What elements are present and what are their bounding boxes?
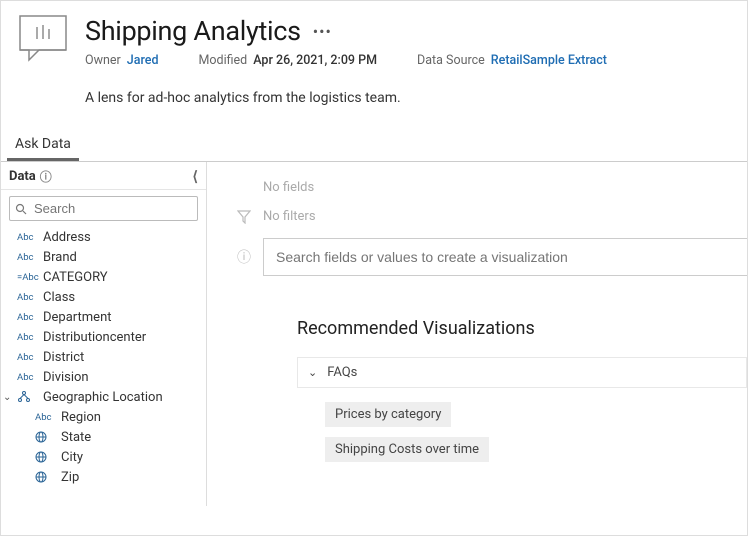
recommended-title: Recommended Visualizations (297, 318, 747, 339)
field-label: Brand (43, 250, 77, 265)
field-label: Zip (61, 470, 79, 485)
abc-icon: =Abc (17, 272, 35, 283)
field-label: Department (43, 310, 112, 325)
faq-label: FAQs (327, 365, 357, 380)
abc-icon: Abc (17, 312, 35, 323)
abc-icon: Abc (17, 372, 35, 383)
field-item[interactable]: =Abc CATEGORY (1, 267, 206, 287)
main-panel: No fields No filters ⓘ Recommended Visua… (207, 162, 747, 506)
globe-icon (35, 431, 53, 443)
page-title: Shipping Analytics (85, 15, 301, 47)
field-label: District (43, 350, 84, 365)
field-label: City (61, 450, 83, 465)
field-item[interactable]: Abc District (1, 347, 206, 367)
field-item[interactable]: State (1, 427, 206, 447)
owner-label: Owner (85, 53, 121, 68)
field-item[interactable]: Abc Brand (1, 247, 206, 267)
field-label: Address (43, 230, 91, 245)
header: Shipping Analytics ••• Owner Jared Modif… (1, 1, 747, 78)
field-item[interactable]: Abc Region (1, 407, 206, 427)
tab-bar: Ask Data (1, 130, 747, 162)
more-menu-icon[interactable]: ••• (313, 22, 332, 41)
modified-label: Modified (199, 53, 248, 68)
modified-value: Apr 26, 2021, 2:09 PM (253, 53, 377, 68)
field-label: Region (61, 410, 101, 425)
faq-chip[interactable]: Prices by category (325, 402, 451, 427)
abc-icon: Abc (17, 332, 35, 343)
field-group-geographic[interactable]: ⌄ Geographic Location (1, 387, 206, 407)
owner-link[interactable]: Jared (127, 53, 159, 68)
data-sidebar: Data ⓘ ⟨ Abc Address Abc Brand =Abc CATEGOR… (1, 162, 207, 506)
field-label: Class (43, 290, 75, 305)
filter-icon (237, 210, 251, 224)
faq-expander[interactable]: ⌄ FAQs (297, 357, 747, 388)
abc-icon: Abc (17, 252, 35, 263)
globe-icon (35, 451, 53, 463)
chevron-down-icon: ⌄ (308, 366, 317, 379)
datasource-label: Data Source (417, 53, 485, 68)
field-item[interactable]: Zip (1, 467, 206, 487)
viz-search-input[interactable] (263, 238, 747, 276)
field-item[interactable]: Abc Division (1, 367, 206, 387)
field-label: Geographic Location (43, 390, 163, 405)
abc-icon: Abc (17, 352, 35, 363)
info-icon[interactable]: ⓘ (237, 247, 251, 267)
abc-icon: Abc (17, 232, 35, 243)
abc-icon: Abc (35, 412, 53, 423)
field-label: Distributioncenter (43, 330, 146, 345)
field-label: State (61, 430, 91, 445)
abc-icon: Abc (17, 292, 35, 303)
data-panel-title: Data (9, 169, 36, 184)
info-icon[interactable]: ⓘ (40, 168, 52, 185)
field-item[interactable]: Abc Address (1, 227, 206, 247)
chevron-down-icon: ⌄ (3, 392, 11, 403)
lens-icon (19, 15, 67, 63)
no-filters-text: No filters (263, 209, 316, 224)
datasource-link[interactable]: RetailSample Extract (491, 53, 607, 68)
collapse-sidebar-icon[interactable]: ⟨ (193, 169, 198, 185)
field-item[interactable]: City (1, 447, 206, 467)
lens-description: A lens for ad-hoc analytics from the log… (85, 90, 747, 106)
no-fields-text: No fields (263, 180, 314, 195)
field-item[interactable]: Abc Department (1, 307, 206, 327)
field-label: CATEGORY (43, 270, 108, 285)
faq-chip[interactable]: Shipping Costs over time (325, 437, 489, 462)
hierarchy-icon (17, 391, 35, 403)
field-list: Abc Address Abc Brand =Abc CATEGORY Abc Clas… (1, 227, 206, 493)
field-item[interactable]: Abc Distributioncenter (1, 327, 206, 347)
field-item[interactable]: Abc Class (1, 287, 206, 307)
globe-icon (35, 471, 53, 483)
field-label: Division (43, 370, 89, 385)
tab-ask-data[interactable]: Ask Data (7, 130, 79, 161)
field-search-input[interactable] (9, 196, 198, 221)
